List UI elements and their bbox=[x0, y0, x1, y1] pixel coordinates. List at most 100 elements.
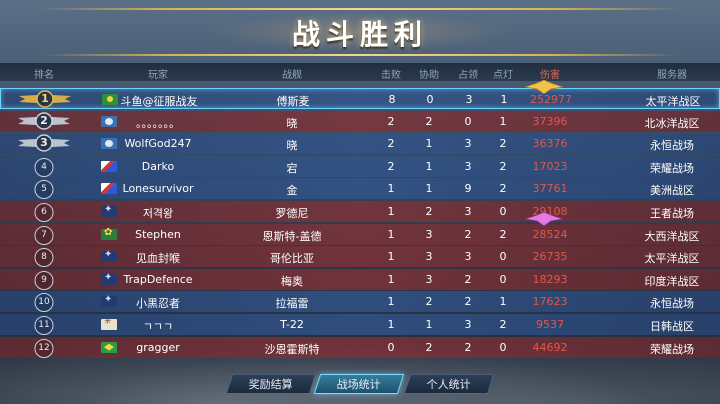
table-row[interactable]: 5 Lonesurvivor 金 1 1 9 2 37761 美洲战区 bbox=[0, 178, 720, 200]
ship-name: 晓 bbox=[286, 139, 298, 153]
player-name: Lonesurvivor bbox=[122, 182, 194, 196]
top-damage-medal-icon bbox=[525, 80, 563, 94]
damage-value: 37396 bbox=[532, 114, 568, 128]
header-rank: 排名 bbox=[34, 70, 54, 81]
lights-value: 2 bbox=[499, 159, 507, 173]
title-bottom-rule bbox=[40, 54, 680, 56]
damage-value: 18293 bbox=[532, 272, 568, 286]
rank-number: 11 bbox=[34, 316, 54, 335]
rank-number: 8 bbox=[34, 248, 54, 268]
server-name: 荣耀战场 bbox=[650, 342, 694, 356]
table-row[interactable]: 1 斗鱼@征服战友 傅斯麦 8 0 3 1 252977 太平洋战区 bbox=[0, 88, 720, 109]
kills-value: 1 bbox=[387, 227, 395, 241]
kills-value: 2 bbox=[387, 159, 395, 173]
header-assists: 协助 bbox=[419, 70, 439, 81]
rank-number: 5 bbox=[34, 180, 54, 200]
kills-value: 1 bbox=[387, 205, 395, 218]
header-damage: 伤害 bbox=[540, 70, 560, 81]
ship-name: 傅斯麦 bbox=[276, 95, 310, 108]
table-row[interactable]: 10 小黑忍者 拉福雷 1 2 2 1 17623 永恒战场 bbox=[0, 291, 720, 313]
server-name: 荣耀战场 bbox=[650, 161, 694, 175]
nation-flag-icon bbox=[101, 204, 117, 217]
damage-value: 17623 bbox=[532, 295, 568, 309]
damage-value: 9537 bbox=[536, 318, 564, 331]
table-row[interactable]: 3 WolfGod247 晓 2 1 3 2 36376 永恒战场 bbox=[0, 133, 720, 155]
lights-value: 1 bbox=[499, 114, 507, 128]
table-row[interactable]: 11ㄱㄱㄱT-2211329537日韩战区 bbox=[0, 314, 720, 335]
ship-name: T-22 bbox=[280, 318, 304, 331]
ship-name: 晓 bbox=[286, 116, 298, 130]
ship-name: 恩斯特-盖德 bbox=[262, 229, 322, 243]
occupy-value: 3 bbox=[464, 318, 472, 331]
rank-number: 4 bbox=[34, 157, 54, 177]
damage-value: 37761 bbox=[532, 182, 568, 196]
table-row[interactable]: 6저격왕罗德尼123029108王者战场 bbox=[0, 201, 720, 222]
table-row[interactable]: 12 gragger 沙恩霍斯特 0 2 2 0 44692 荣耀战场 bbox=[0, 336, 720, 358]
lights-value: 1 bbox=[500, 93, 508, 106]
nation-flag-icon bbox=[101, 317, 117, 330]
table-row[interactable]: 4 Darko 宕 2 1 3 2 17023 荣耀战场 bbox=[0, 155, 720, 177]
tab-battle-stats[interactable]: 战场统计 bbox=[313, 374, 405, 394]
lights-value: 0 bbox=[499, 205, 507, 218]
kills-value: 1 bbox=[387, 295, 395, 309]
assists-value: 0 bbox=[426, 93, 434, 106]
tab-rewards[interactable]: 奖励结算 bbox=[225, 374, 317, 394]
occupy-value: 3 bbox=[465, 93, 473, 106]
ship-name: 罗德尼 bbox=[275, 207, 309, 220]
ship-name: 宕 bbox=[286, 161, 298, 175]
lights-value: 0 bbox=[499, 250, 507, 264]
kills-value: 2 bbox=[387, 137, 395, 151]
ship-name: 金 bbox=[286, 184, 298, 198]
server-name: 大西洋战区 bbox=[644, 229, 700, 243]
server-name: 永恒战场 bbox=[650, 297, 694, 311]
rank-number: 9 bbox=[34, 270, 54, 290]
player-name: TrapDefence bbox=[123, 272, 193, 286]
damage-value: 28524 bbox=[532, 227, 568, 241]
occupy-value: 3 bbox=[464, 159, 472, 173]
assists-value: 2 bbox=[425, 205, 433, 218]
lights-value: 1 bbox=[499, 295, 507, 309]
occupy-value: 3 bbox=[464, 250, 472, 264]
header-server: 服务器 bbox=[657, 70, 687, 81]
lights-value: 2 bbox=[499, 227, 507, 241]
header-kills: 击败 bbox=[381, 70, 401, 81]
player-name: 见血封喉 bbox=[136, 252, 180, 266]
assists-value: 2 bbox=[425, 114, 433, 128]
nation-flag-icon bbox=[101, 115, 117, 127]
damage-value: 252977 bbox=[530, 93, 572, 106]
nation-flag-icon bbox=[101, 294, 117, 308]
server-name: 永恒战场 bbox=[650, 139, 694, 153]
nation-flag-icon bbox=[102, 94, 118, 105]
rank-number: 3 bbox=[40, 136, 48, 150]
rank-number: 1 bbox=[41, 92, 49, 105]
player-name: 斗鱼@征服战友 bbox=[120, 95, 198, 108]
damage-value: 44692 bbox=[532, 340, 568, 354]
player-name: WolfGod247 bbox=[124, 137, 192, 151]
table-row[interactable]: 7 Stephen 恩斯特-盖德 1 3 2 2 28524 大西洋战区 bbox=[0, 223, 720, 245]
nation-flag-icon bbox=[101, 138, 117, 150]
table-row[interactable]: 9 TrapDefence 梅奥 1 3 2 0 18293 印度洋战区 bbox=[0, 268, 720, 290]
table-row[interactable]: 2 。。。。。。。 晓 2 2 0 1 37396 北冰洋战区 bbox=[0, 110, 720, 132]
player-name: ㄱㄱㄱ bbox=[142, 320, 174, 333]
header-occupy: 占领 bbox=[458, 70, 478, 81]
kills-value: 2 bbox=[387, 114, 395, 128]
occupy-value: 2 bbox=[464, 227, 472, 241]
rank-number: 6 bbox=[34, 203, 54, 222]
assists-value: 2 bbox=[425, 295, 433, 309]
lights-value: 0 bbox=[499, 272, 507, 286]
occupy-value: 3 bbox=[464, 205, 472, 218]
assists-value: 1 bbox=[425, 182, 433, 196]
player-name: Stephen bbox=[135, 227, 181, 241]
lights-value: 2 bbox=[499, 182, 507, 196]
player-name: 저격왕 bbox=[142, 207, 174, 220]
tab-personal-stats[interactable]: 个人统计 bbox=[403, 374, 495, 394]
rank-number: 2 bbox=[40, 113, 48, 127]
nation-flag-icon bbox=[101, 341, 117, 353]
player-name: 。。。。。。。 bbox=[136, 116, 180, 130]
table-row[interactable]: 8 见血封喉 哥伦比亚 1 3 3 0 26735 太平洋战区 bbox=[0, 246, 720, 268]
damage-value: 36376 bbox=[532, 137, 568, 151]
occupy-value: 2 bbox=[464, 340, 472, 354]
occupy-value: 3 bbox=[464, 137, 472, 151]
player-name: 小黑忍者 bbox=[136, 297, 180, 311]
ship-name: 梅奥 bbox=[281, 274, 303, 288]
